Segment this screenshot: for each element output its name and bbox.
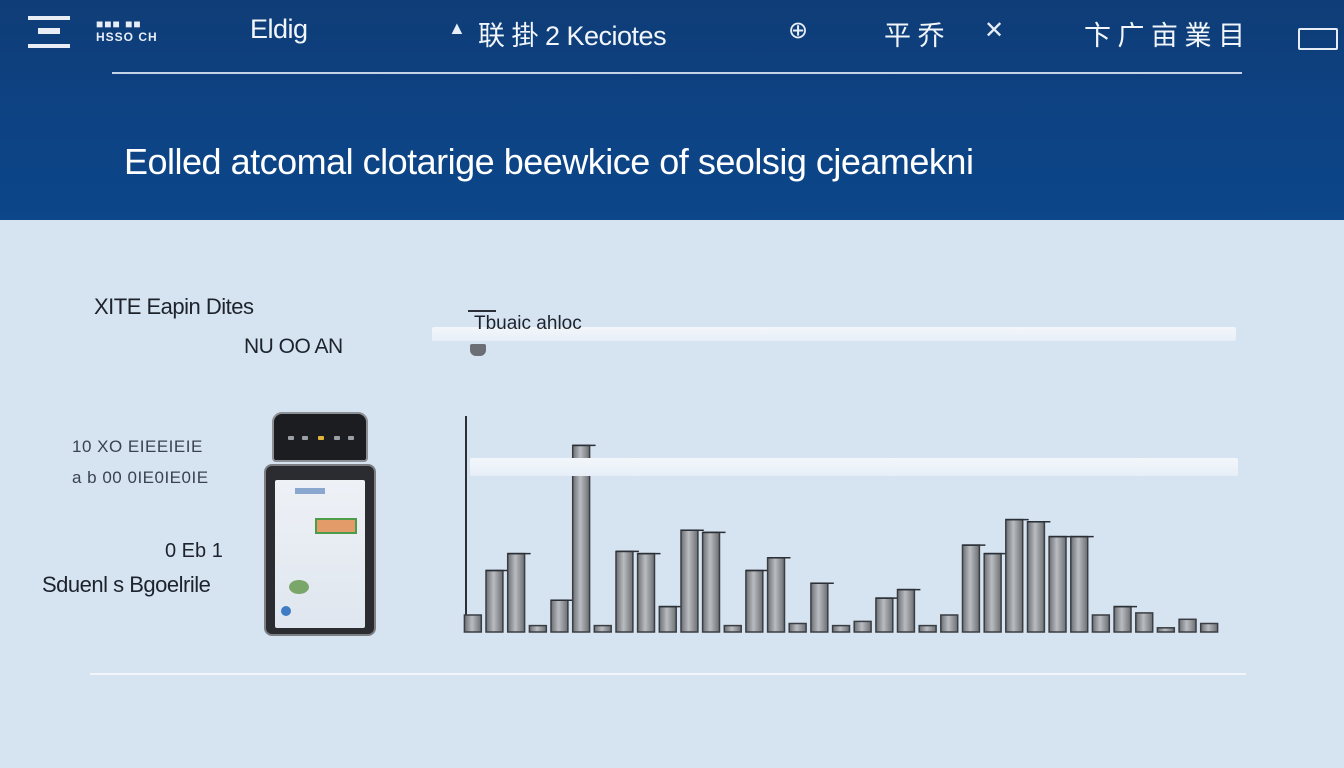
device-illustration — [264, 412, 376, 636]
chart-mid-band — [470, 458, 1238, 476]
bar-20 — [875, 597, 894, 633]
bar-9 — [636, 552, 656, 633]
logo-icon[interactable] — [28, 16, 70, 48]
device-top-panel — [272, 412, 368, 462]
bar-11 — [680, 529, 699, 633]
side-caption-1: XITE Eapin Dites — [94, 294, 254, 319]
bar-27 — [1026, 521, 1046, 633]
side-caption-2: NU OO AN — [244, 335, 343, 358]
header-divider — [112, 72, 1242, 74]
tools-icon[interactable]: ✕ — [984, 16, 1004, 45]
bar-18 — [831, 624, 851, 633]
bar-14 — [745, 569, 764, 633]
nav-item-2[interactable]: 卞 广 亩 業 目 — [1084, 14, 1245, 53]
bar-13 — [723, 624, 742, 633]
bar-2 — [485, 569, 504, 633]
bar-10 — [658, 605, 677, 633]
bar-1 — [463, 614, 483, 633]
brand-mark: ■■■ ■■ HSSO CH — [96, 17, 158, 44]
nav-item-1[interactable]: 平 乔 — [884, 14, 945, 53]
bar-4 — [528, 624, 548, 633]
bar-31 — [1113, 605, 1132, 633]
bar-28 — [1048, 535, 1067, 633]
side-caption-5: 0 Eb 1 — [165, 540, 223, 562]
side-caption-4: a b 00 0IE0IE0IE — [72, 468, 209, 487]
bar-7 — [593, 624, 612, 633]
side-caption-6: Sduenl s Bgoelrile — [42, 572, 211, 597]
window-icon[interactable] — [1298, 28, 1338, 50]
bar-22 — [918, 624, 937, 633]
bar-chart — [463, 416, 1219, 633]
triangle-icon: ▲ — [448, 18, 466, 38]
bar-34 — [1178, 618, 1197, 633]
chart-title: Tbuaic ahloc — [474, 313, 582, 334]
bar-19 — [853, 620, 872, 633]
bar-21 — [896, 588, 916, 633]
device-screen — [275, 480, 365, 628]
bar-29 — [1070, 535, 1089, 633]
bar-23 — [940, 614, 959, 633]
header-banner: ■■■ ■■ HSSO CH Eldig ▲ 联 掛 2 Keciotes ⊕ 平… — [0, 0, 1344, 220]
chart-marker-icon — [470, 344, 486, 356]
bar-17 — [810, 582, 829, 633]
bar-3 — [506, 552, 526, 633]
chart-title-mark — [468, 310, 496, 312]
bar-15 — [766, 557, 786, 633]
bar-8 — [615, 550, 634, 633]
nav-brand[interactable]: Eldig — [250, 14, 308, 45]
device-body — [264, 464, 376, 636]
bar-33 — [1156, 627, 1176, 633]
bar-30 — [1091, 614, 1111, 633]
bar-12 — [701, 531, 721, 633]
bar-25 — [983, 552, 1002, 633]
page-headline: Eolled atcomal clotarige beewkice of seo… — [124, 141, 974, 182]
globe-icon[interactable]: ⊕ — [788, 16, 808, 45]
bar-16 — [788, 622, 807, 633]
bottom-divider — [90, 673, 1246, 675]
bar-32 — [1135, 612, 1154, 633]
bar-35 — [1199, 622, 1219, 633]
bar-24 — [961, 544, 981, 633]
side-caption-3: 10 XO EIEEIEIE — [72, 437, 203, 456]
nav-title[interactable]: 联 掛 2 Keciotes — [478, 14, 667, 53]
bar-26 — [1005, 518, 1024, 633]
bar-5 — [550, 599, 569, 633]
